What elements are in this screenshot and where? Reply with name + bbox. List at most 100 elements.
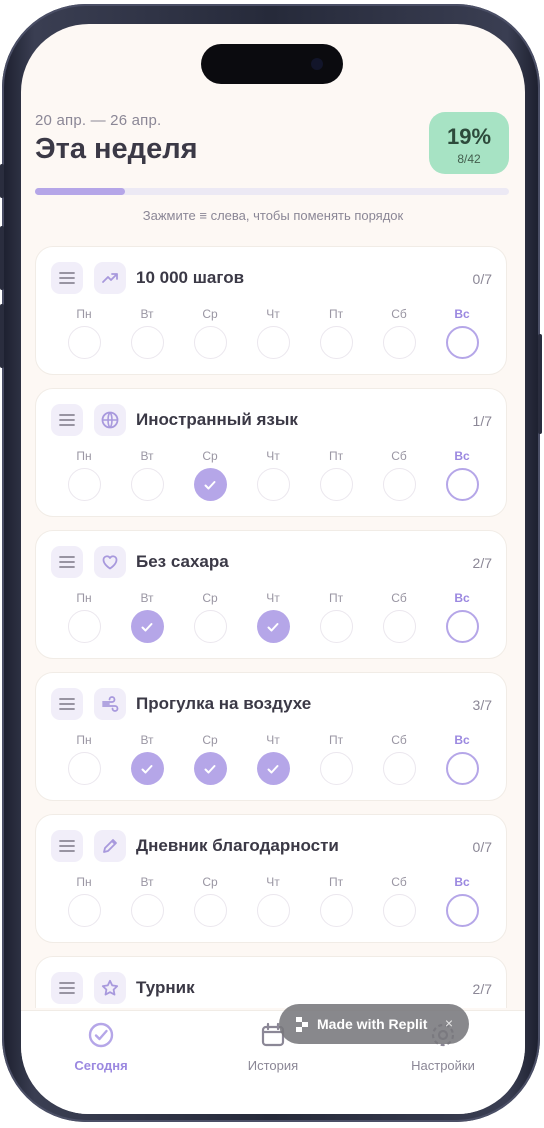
day-label: Чт — [266, 591, 280, 605]
day-checkbox[interactable] — [130, 326, 164, 359]
star-icon — [101, 979, 119, 996]
made-with-replit-badge[interactable]: Made with Replit × — [279, 1004, 469, 1044]
day-checkbox[interactable] — [319, 326, 353, 359]
habit-icon-box — [94, 546, 126, 578]
day-label: Пт — [328, 875, 344, 889]
day-label: Чт — [266, 449, 280, 463]
day-checkbox[interactable] — [445, 610, 479, 643]
check-icon — [204, 764, 216, 773]
day-checkbox[interactable] — [256, 326, 290, 359]
wind-icon — [102, 696, 119, 712]
day-checkbox[interactable] — [445, 326, 479, 359]
day-checkbox[interactable] — [130, 752, 164, 785]
day-cell: Пт — [318, 306, 354, 359]
day-checkbox[interactable] — [256, 894, 290, 927]
day-label: Вт — [140, 591, 154, 605]
day-checkbox[interactable] — [67, 894, 101, 927]
day-checkbox[interactable] — [193, 326, 227, 359]
check-icon — [141, 764, 153, 773]
check-icon — [141, 622, 153, 631]
day-checkbox[interactable] — [67, 326, 101, 359]
habit-name: 10 000 шагов — [136, 268, 245, 287]
day-checkbox[interactable] — [445, 752, 479, 785]
close-icon[interactable]: × — [445, 1015, 453, 1031]
habit-count: 0/7 — [472, 839, 492, 855]
day-cell: Вс — [444, 448, 480, 501]
volume-up-button — [0, 226, 4, 290]
week-days: Пн Вт Ср Чт Пт Сб Вс — [66, 590, 479, 650]
day-checkbox[interactable] — [445, 894, 479, 927]
habit-card[interactable]: Турник 2/7 Пн Вт Ср Чт Пт — [35, 956, 507, 1008]
drag-handle[interactable] — [51, 972, 83, 1004]
day-cell: Пн — [66, 448, 102, 501]
day-cell: Вс — [444, 732, 480, 785]
day-checkbox[interactable] — [382, 326, 416, 359]
day-cell: Вт — [129, 590, 165, 643]
day-label: Чт — [266, 875, 280, 889]
day-cell: Сб — [381, 448, 417, 501]
drag-handle[interactable] — [51, 830, 83, 862]
globe-icon — [101, 411, 119, 429]
day-cell: Пт — [318, 732, 354, 785]
habit-icon-box — [94, 404, 126, 436]
habit-card[interactable]: Иностранный язык 1/7 Пн Вт Ср Чт Пт Сб В… — [35, 388, 507, 517]
day-label: Пт — [328, 733, 344, 747]
day-checkbox[interactable] — [256, 752, 290, 785]
day-cell: Чт — [255, 448, 291, 501]
habit-card[interactable]: Прогулка на воздухе 3/7 Пн Вт Ср Чт Пт С… — [35, 672, 507, 801]
day-checkbox[interactable] — [445, 468, 479, 501]
day-checkbox[interactable] — [382, 468, 416, 501]
drag-handle[interactable] — [51, 688, 83, 720]
habit-list[interactable]: 10 000 шагов 0/7 Пн Вт Ср Чт Пт Сб Вс Ин… — [35, 246, 509, 1008]
day-checkbox[interactable] — [193, 468, 227, 501]
day-cell: Сб — [381, 732, 417, 785]
drag-handle[interactable] — [51, 404, 83, 436]
day-checkbox[interactable] — [67, 468, 101, 501]
day-checkbox[interactable] — [67, 610, 101, 643]
day-checkbox[interactable] — [256, 468, 290, 501]
pencil-icon — [103, 839, 117, 853]
habit-card[interactable]: 10 000 шагов 0/7 Пн Вт Ср Чт Пт Сб Вс — [35, 246, 507, 375]
habit-icon-box — [94, 262, 126, 294]
day-checkbox[interactable] — [130, 894, 164, 927]
progress-badge: 19% 8/42 — [429, 112, 509, 174]
day-checkbox[interactable] — [193, 610, 227, 643]
replit-badge-label: Made with Replit — [317, 1016, 428, 1032]
day-cell: Пт — [318, 874, 354, 927]
day-checkbox[interactable] — [319, 468, 353, 501]
day-checkbox[interactable] — [319, 894, 353, 927]
drag-lines-icon — [59, 556, 75, 568]
day-checkbox[interactable] — [67, 752, 101, 785]
day-checkbox[interactable] — [256, 610, 290, 643]
day-cell: Чт — [255, 874, 291, 927]
drag-handle[interactable] — [51, 262, 83, 294]
day-checkbox[interactable] — [319, 752, 353, 785]
day-label: Сб — [391, 591, 407, 605]
day-checkbox[interactable] — [193, 752, 227, 785]
day-cell: Вт — [129, 448, 165, 501]
day-checkbox[interactable] — [130, 610, 164, 643]
day-checkbox[interactable] — [382, 752, 416, 785]
week-days: Пн Вт Ср Чт Пт Сб Вс — [66, 448, 480, 508]
week-progress-bar — [35, 188, 509, 195]
day-checkbox[interactable] — [382, 610, 416, 643]
habit-icon-box — [94, 830, 126, 862]
day-checkbox[interactable] — [319, 610, 353, 643]
tab-today[interactable]: Сегодня — [41, 1021, 161, 1073]
drag-lines-icon — [59, 272, 75, 284]
tab-history-label: История — [247, 1058, 299, 1073]
habit-card[interactable]: Дневник благодарности 0/7 Пн Вт Ср Чт Пт — [35, 814, 507, 943]
day-checkbox[interactable] — [193, 894, 227, 927]
day-cell: Чт — [255, 590, 291, 643]
day-label: Пн — [76, 307, 92, 321]
drag-handle[interactable] — [51, 546, 83, 578]
habit-card[interactable]: Без сахара 2/7 Пн Вт Ср Чт Пт Сб Вс — [35, 530, 507, 659]
day-label: Вс — [454, 875, 470, 889]
heart-icon — [102, 555, 118, 570]
habit-icon-box — [94, 688, 126, 720]
day-checkbox[interactable] — [382, 894, 416, 927]
mute-switch — [0, 164, 4, 198]
day-label: Вт — [140, 733, 154, 747]
day-checkbox[interactable] — [130, 468, 164, 501]
day-cell: Вс — [444, 874, 480, 927]
